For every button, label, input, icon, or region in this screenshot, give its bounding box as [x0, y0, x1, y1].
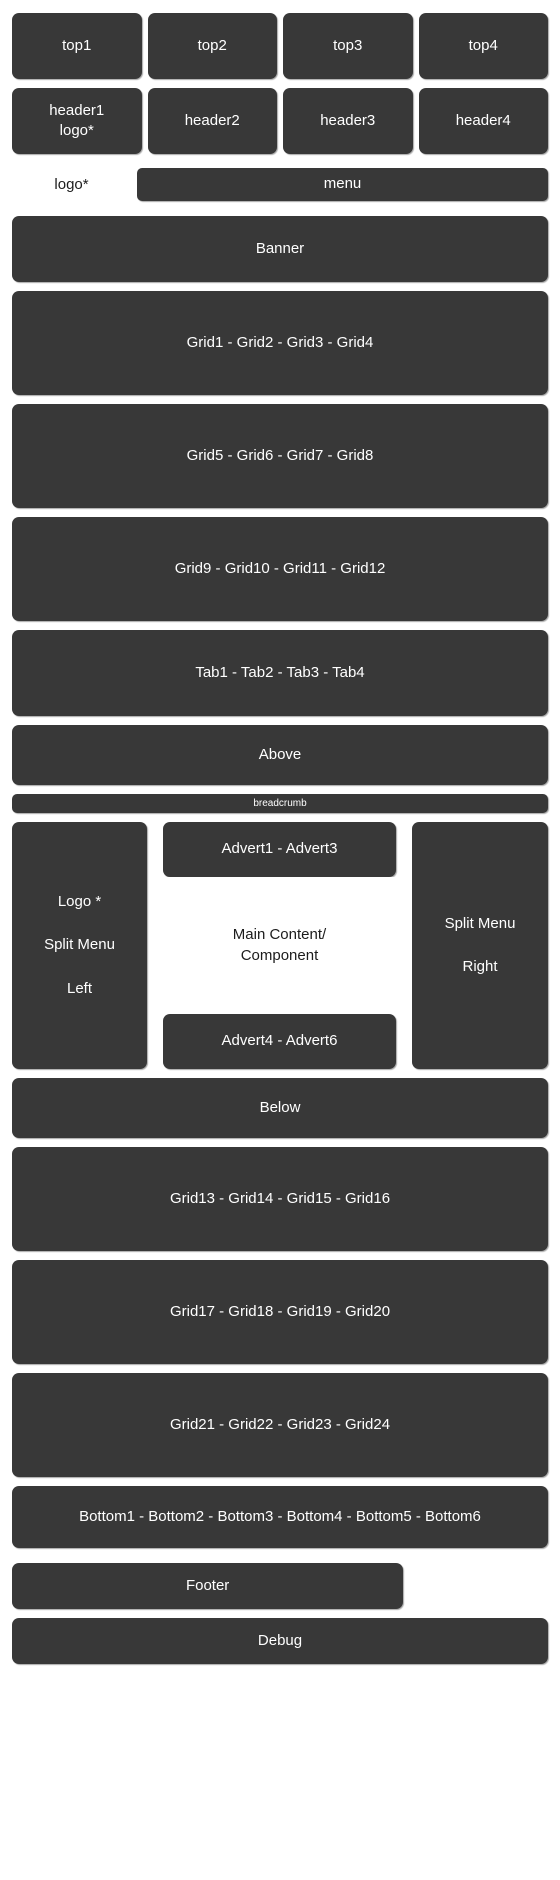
module-grid-row-6[interactable]: Grid21 - Grid22 - Grid23 - Grid24 — [12, 1373, 548, 1477]
breadcrumb[interactable]: breadcrumb — [12, 794, 548, 813]
grid-row-3-wrap: Grid9 - Grid10 - Grid11 - Grid12 — [0, 517, 560, 621]
sidebar-left-position-label: Left — [66, 979, 93, 997]
banner-wrap: Banner — [0, 216, 560, 282]
logo-menu-row: logo* menu — [0, 154, 560, 201]
center-column: Advert1 - Advert3 Main Content/ Componen… — [163, 822, 396, 1069]
module-advert-bottom[interactable]: Advert4 - Advert6 — [163, 1014, 396, 1069]
module-top1[interactable]: top1 — [12, 13, 142, 79]
module-top3[interactable]: top3 — [283, 13, 413, 79]
grid-row-6-wrap: Grid21 - Grid22 - Grid23 - Grid24 — [0, 1373, 560, 1477]
sidebar-right-position-label: Right — [462, 958, 498, 975]
module-grid-row-2[interactable]: Grid5 - Grid6 - Grid7 - Grid8 — [12, 404, 548, 508]
module-top2[interactable]: top2 — [147, 13, 277, 79]
module-tabs[interactable]: Tab1 - Tab2 - Tab3 - Tab4 — [12, 630, 548, 716]
footer-wrap: Footer — [0, 1563, 560, 1609]
module-debug[interactable]: Debug — [12, 1618, 548, 1664]
module-grid-row-1[interactable]: Grid1 - Grid2 - Grid3 - Grid4 — [12, 291, 548, 395]
below-wrap: Below — [0, 1078, 560, 1138]
tabs-wrap: Tab1 - Tab2 - Tab3 - Tab4 — [0, 630, 560, 716]
breadcrumb-wrap: breadcrumb — [0, 794, 560, 813]
module-header3[interactable]: header3 — [283, 88, 413, 154]
main-content-row: Logo * Split Menu Left Advert1 - Advert3… — [0, 822, 560, 1069]
bottom-wrap: Bottom1 - Bottom2 - Bottom3 - Bottom4 - … — [0, 1486, 560, 1548]
module-header1-logo[interactable]: header1 logo* — [12, 88, 142, 154]
header-modules-row: header1 logo* header2 header3 header4 — [0, 79, 560, 154]
site-logo-placeholder[interactable]: logo* — [12, 168, 131, 201]
debug-wrap: Debug — [0, 1618, 560, 1664]
sidebar-right[interactable]: Split Menu Right — [412, 822, 548, 1069]
module-grid-row-3[interactable]: Grid9 - Grid10 - Grid11 - Grid12 — [12, 517, 548, 621]
template-layout-preview: top1 top2 top3 top4 header1 logo* header… — [0, 0, 560, 1664]
sidebar-right-splitmenu-label: Split Menu — [444, 914, 516, 932]
module-grid-row-4[interactable]: Grid13 - Grid14 - Grid15 - Grid16 — [12, 1147, 548, 1251]
grid-row-1-wrap: Grid1 - Grid2 - Grid3 - Grid4 — [0, 291, 560, 395]
above-wrap: Above — [0, 725, 560, 785]
top-modules-row: top1 top2 top3 top4 — [0, 0, 560, 79]
grid-row-4-wrap: Grid13 - Grid14 - Grid15 - Grid16 — [0, 1147, 560, 1251]
sidebar-left[interactable]: Logo * Split Menu Left — [12, 822, 147, 1069]
module-below[interactable]: Below — [12, 1078, 548, 1138]
main-content-line1: Main Content/ — [232, 926, 327, 944]
module-bottom-row[interactable]: Bottom1 - Bottom2 - Bottom3 - Bottom4 - … — [12, 1486, 548, 1548]
sidebar-left-logo-label: Logo * — [57, 893, 102, 911]
module-header4[interactable]: header4 — [418, 88, 548, 154]
module-footer[interactable]: Footer — [12, 1563, 404, 1609]
main-menu-bar[interactable]: menu — [137, 168, 548, 201]
module-top4[interactable]: top4 — [418, 13, 548, 79]
main-content-component[interactable]: Main Content/ Component — [163, 877, 396, 1014]
grid-row-5-wrap: Grid17 - Grid18 - Grid19 - Grid20 — [0, 1260, 560, 1364]
module-banner[interactable]: Banner — [12, 216, 548, 282]
sidebar-left-splitmenu-label: Split Menu — [44, 936, 115, 954]
module-advert-top[interactable]: Advert1 - Advert3 — [163, 822, 396, 877]
module-header2[interactable]: header2 — [147, 88, 277, 154]
main-content-line2: Component — [240, 946, 319, 964]
module-grid-row-5[interactable]: Grid17 - Grid18 - Grid19 - Grid20 — [12, 1260, 548, 1364]
module-above[interactable]: Above — [12, 725, 548, 785]
grid-row-2-wrap: Grid5 - Grid6 - Grid7 - Grid8 — [0, 404, 560, 508]
